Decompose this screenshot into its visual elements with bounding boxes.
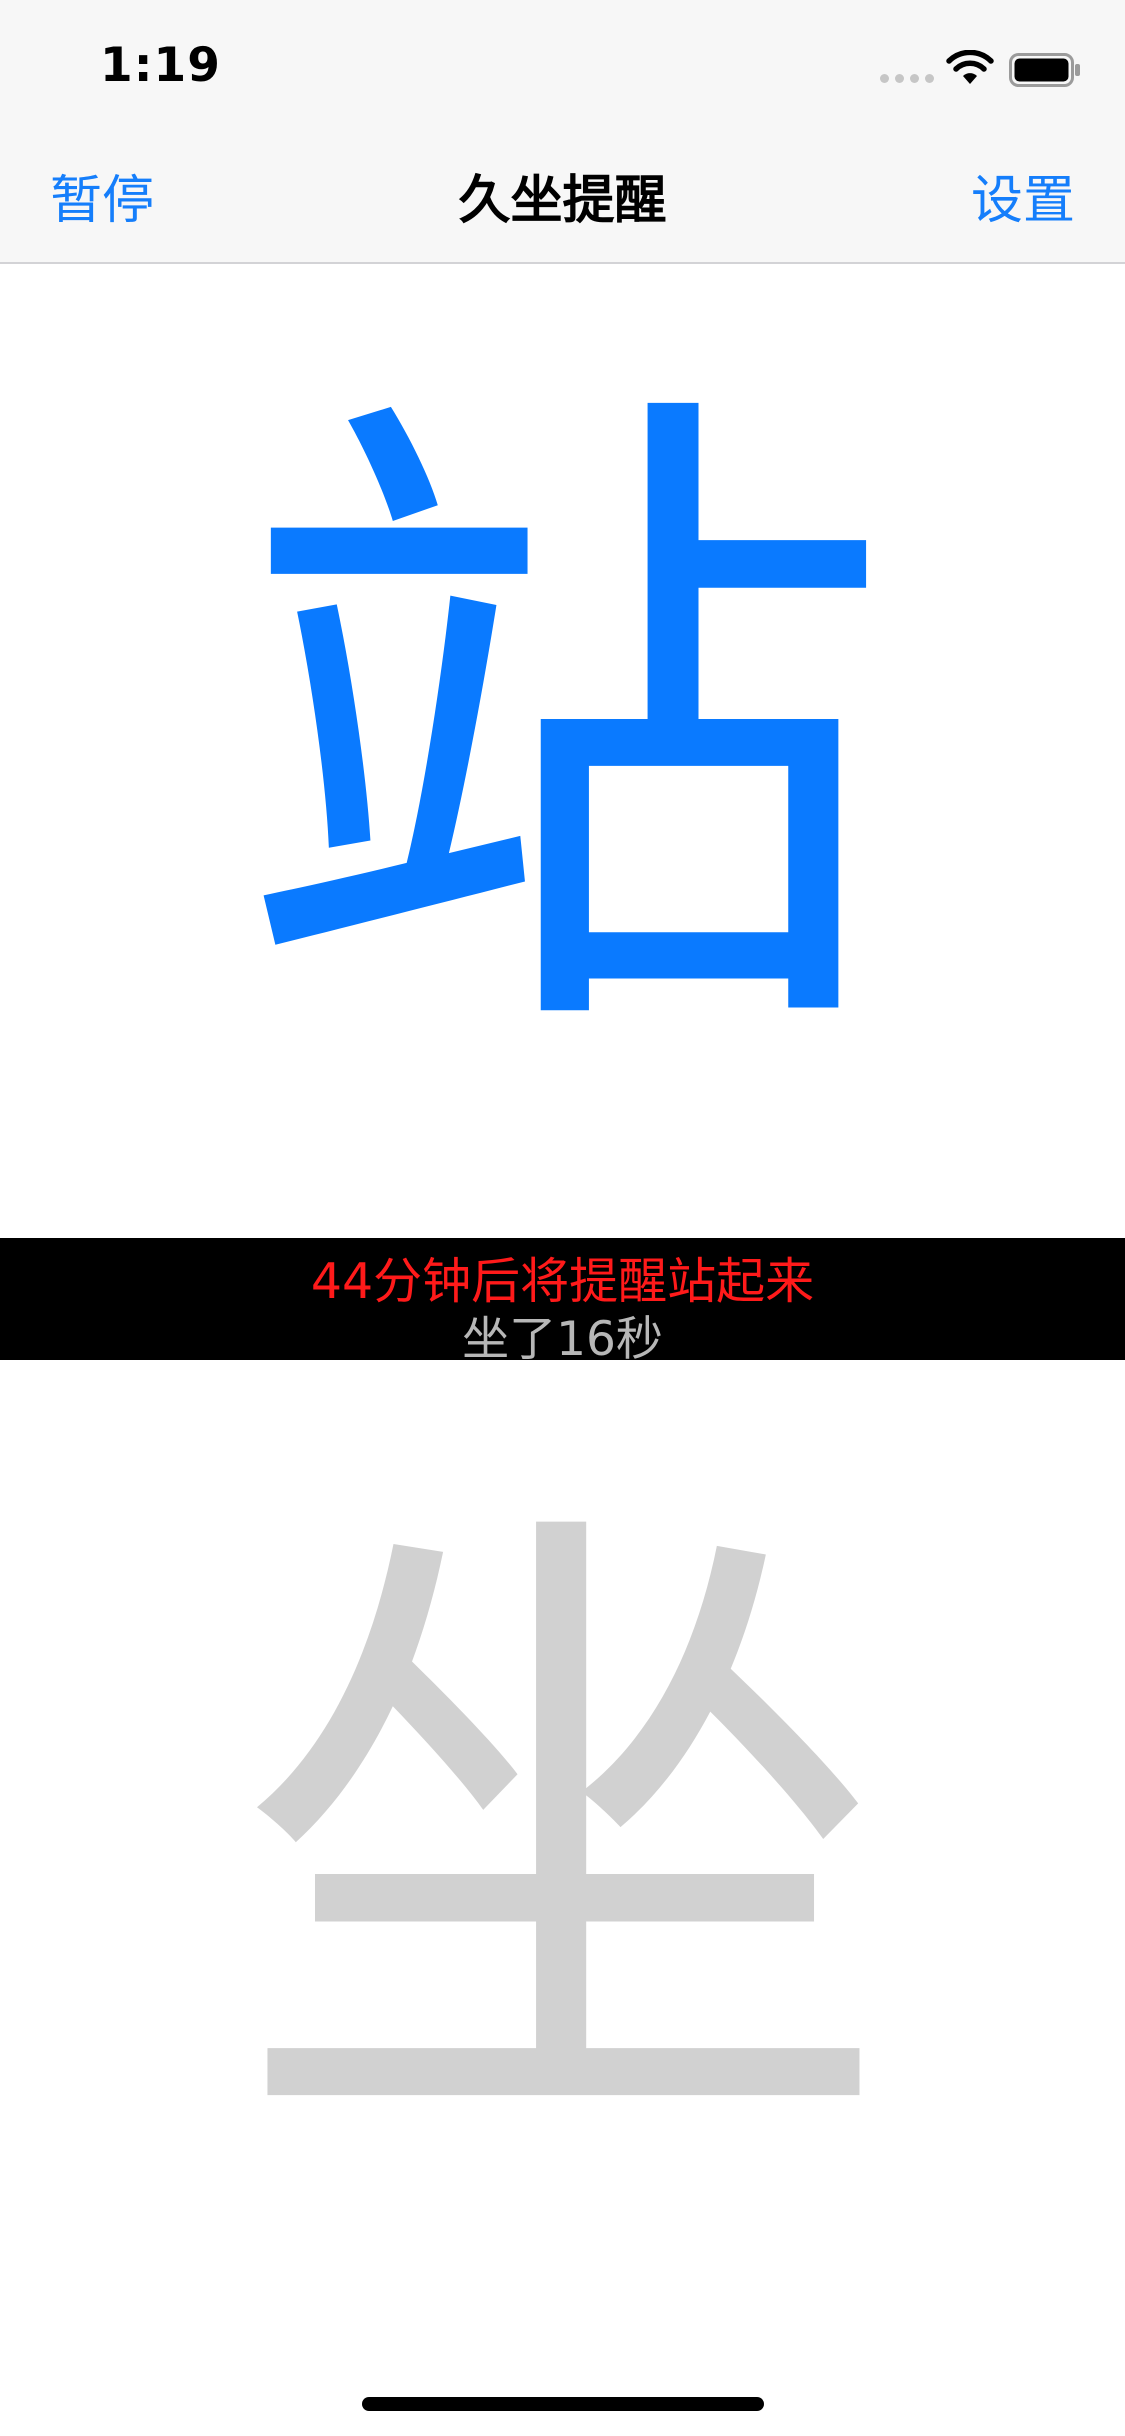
navigation-bar: 久坐提醒 暂停 设置	[0, 132, 1125, 264]
status-time: 1:19	[100, 38, 221, 93]
sit-character: 坐	[232, 1455, 893, 2224]
timer-info-band: 44分钟后将提醒站起来 坐了16秒	[0, 1238, 1125, 1367]
pause-button[interactable]: 暂停	[50, 158, 154, 233]
stand-character: 站	[232, 345, 893, 1114]
home-indicator[interactable]	[362, 2397, 764, 2411]
page-title: 久坐提醒	[458, 171, 667, 231]
signal-icon	[880, 74, 935, 84]
settings-button[interactable]: 设置	[971, 158, 1075, 233]
status-bar: 1:19	[0, 0, 1125, 132]
wifi-icon	[946, 50, 994, 84]
battery-icon	[1009, 53, 1080, 87]
sitting-elapsed-text: 坐了16秒	[462, 1312, 663, 1367]
